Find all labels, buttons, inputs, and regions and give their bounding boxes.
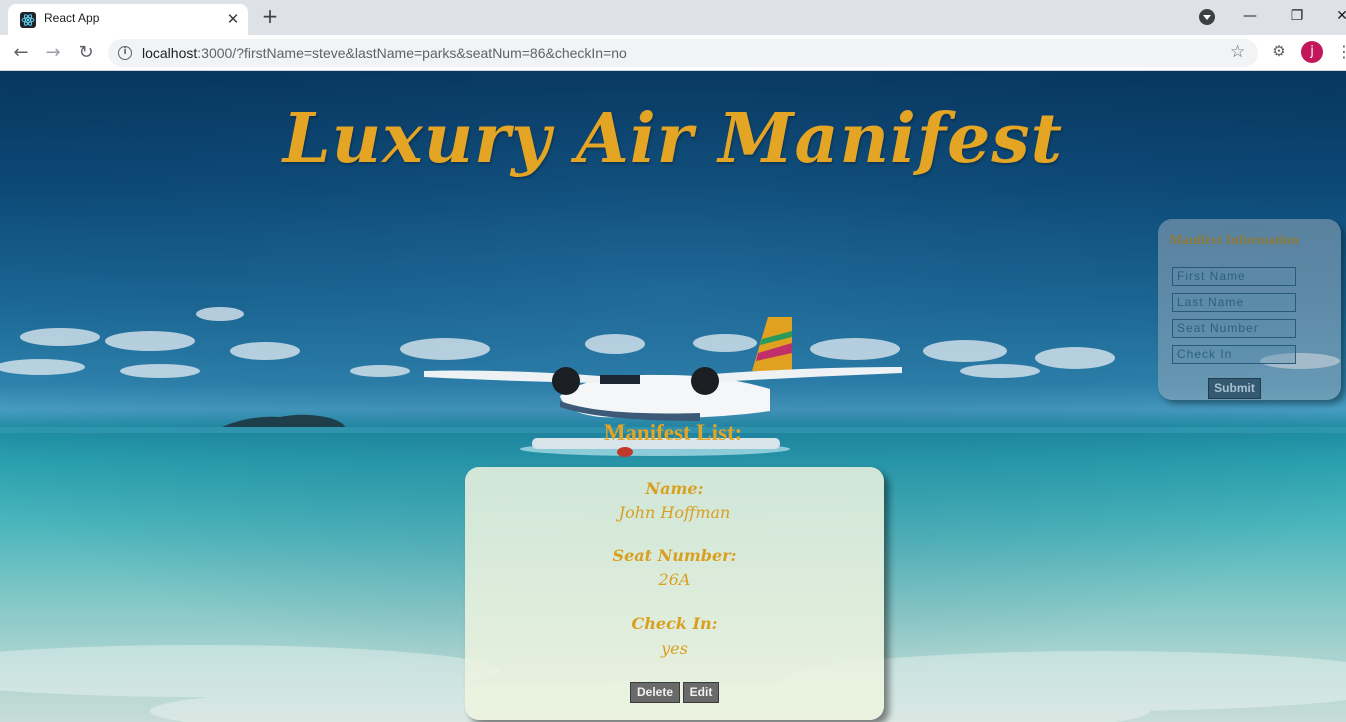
check-in-label: Check In:: [631, 614, 718, 633]
browser-tab[interactable]: React App ✕: [8, 4, 248, 35]
new-tab-button[interactable]: +: [258, 5, 282, 29]
check-in-input[interactable]: Check In: [1172, 345, 1296, 364]
info-icon[interactable]: i: [118, 46, 132, 60]
browser-toolbar: ← → ↻ i localhost:3000/?firstName=steve&…: [0, 35, 1346, 71]
page-title: Luxury Air Manifest: [282, 99, 1064, 179]
minimize-button[interactable]: —: [1236, 5, 1264, 27]
extensions-puzzle-icon[interactable]: ⚙: [1270, 42, 1288, 60]
edit-button[interactable]: Edit: [683, 682, 719, 703]
bookmark-star-icon[interactable]: ☆: [1230, 42, 1245, 62]
last-name-input[interactable]: Last Name: [1172, 293, 1296, 312]
browser-menu-icon[interactable]: ⋮: [1336, 42, 1346, 62]
reload-icon[interactable]: ↻: [74, 41, 98, 65]
delete-button[interactable]: Delete: [630, 682, 680, 703]
seat-number-value: 26A: [658, 570, 691, 589]
browser-tab-bar: React App ✕ + — ❐ ✕: [0, 0, 1346, 35]
passenger-name: John Hoffman: [618, 503, 731, 522]
manifest-information-form: Manifest Information First Name Last Nam…: [1158, 219, 1341, 400]
address-bar[interactable]: i localhost:3000/?firstName=steve&lastNa…: [108, 39, 1258, 67]
seat-number-label: Seat Number:: [612, 546, 737, 565]
react-logo-icon: [20, 12, 36, 28]
restore-button[interactable]: ❐: [1283, 5, 1311, 27]
forward-arrow-icon[interactable]: →: [41, 41, 65, 65]
close-window-button[interactable]: ✕: [1328, 5, 1346, 27]
manifest-list-heading: Manifest List:: [603, 420, 743, 445]
url-text[interactable]: localhost:3000/?firstName=steve&lastName…: [142, 45, 627, 61]
form-title: Manifest Information: [1169, 233, 1299, 248]
submit-button[interactable]: Submit: [1208, 378, 1261, 399]
seat-number-input[interactable]: Seat Number: [1172, 319, 1296, 338]
name-label: Name:: [645, 479, 704, 498]
back-arrow-icon[interactable]: ←: [9, 41, 33, 65]
tab-search-icon[interactable]: [1199, 9, 1215, 25]
app-page: Luxury Air Manifest Manifest Information…: [0, 71, 1346, 722]
tab-title: React App: [44, 11, 100, 25]
profile-avatar[interactable]: j: [1301, 41, 1323, 63]
check-in-value: yes: [661, 639, 688, 658]
close-tab-icon[interactable]: ✕: [224, 10, 242, 28]
first-name-input[interactable]: First Name: [1172, 267, 1296, 286]
passenger-card: Name: John Hoffman Seat Number: 26A Chec…: [465, 467, 884, 720]
